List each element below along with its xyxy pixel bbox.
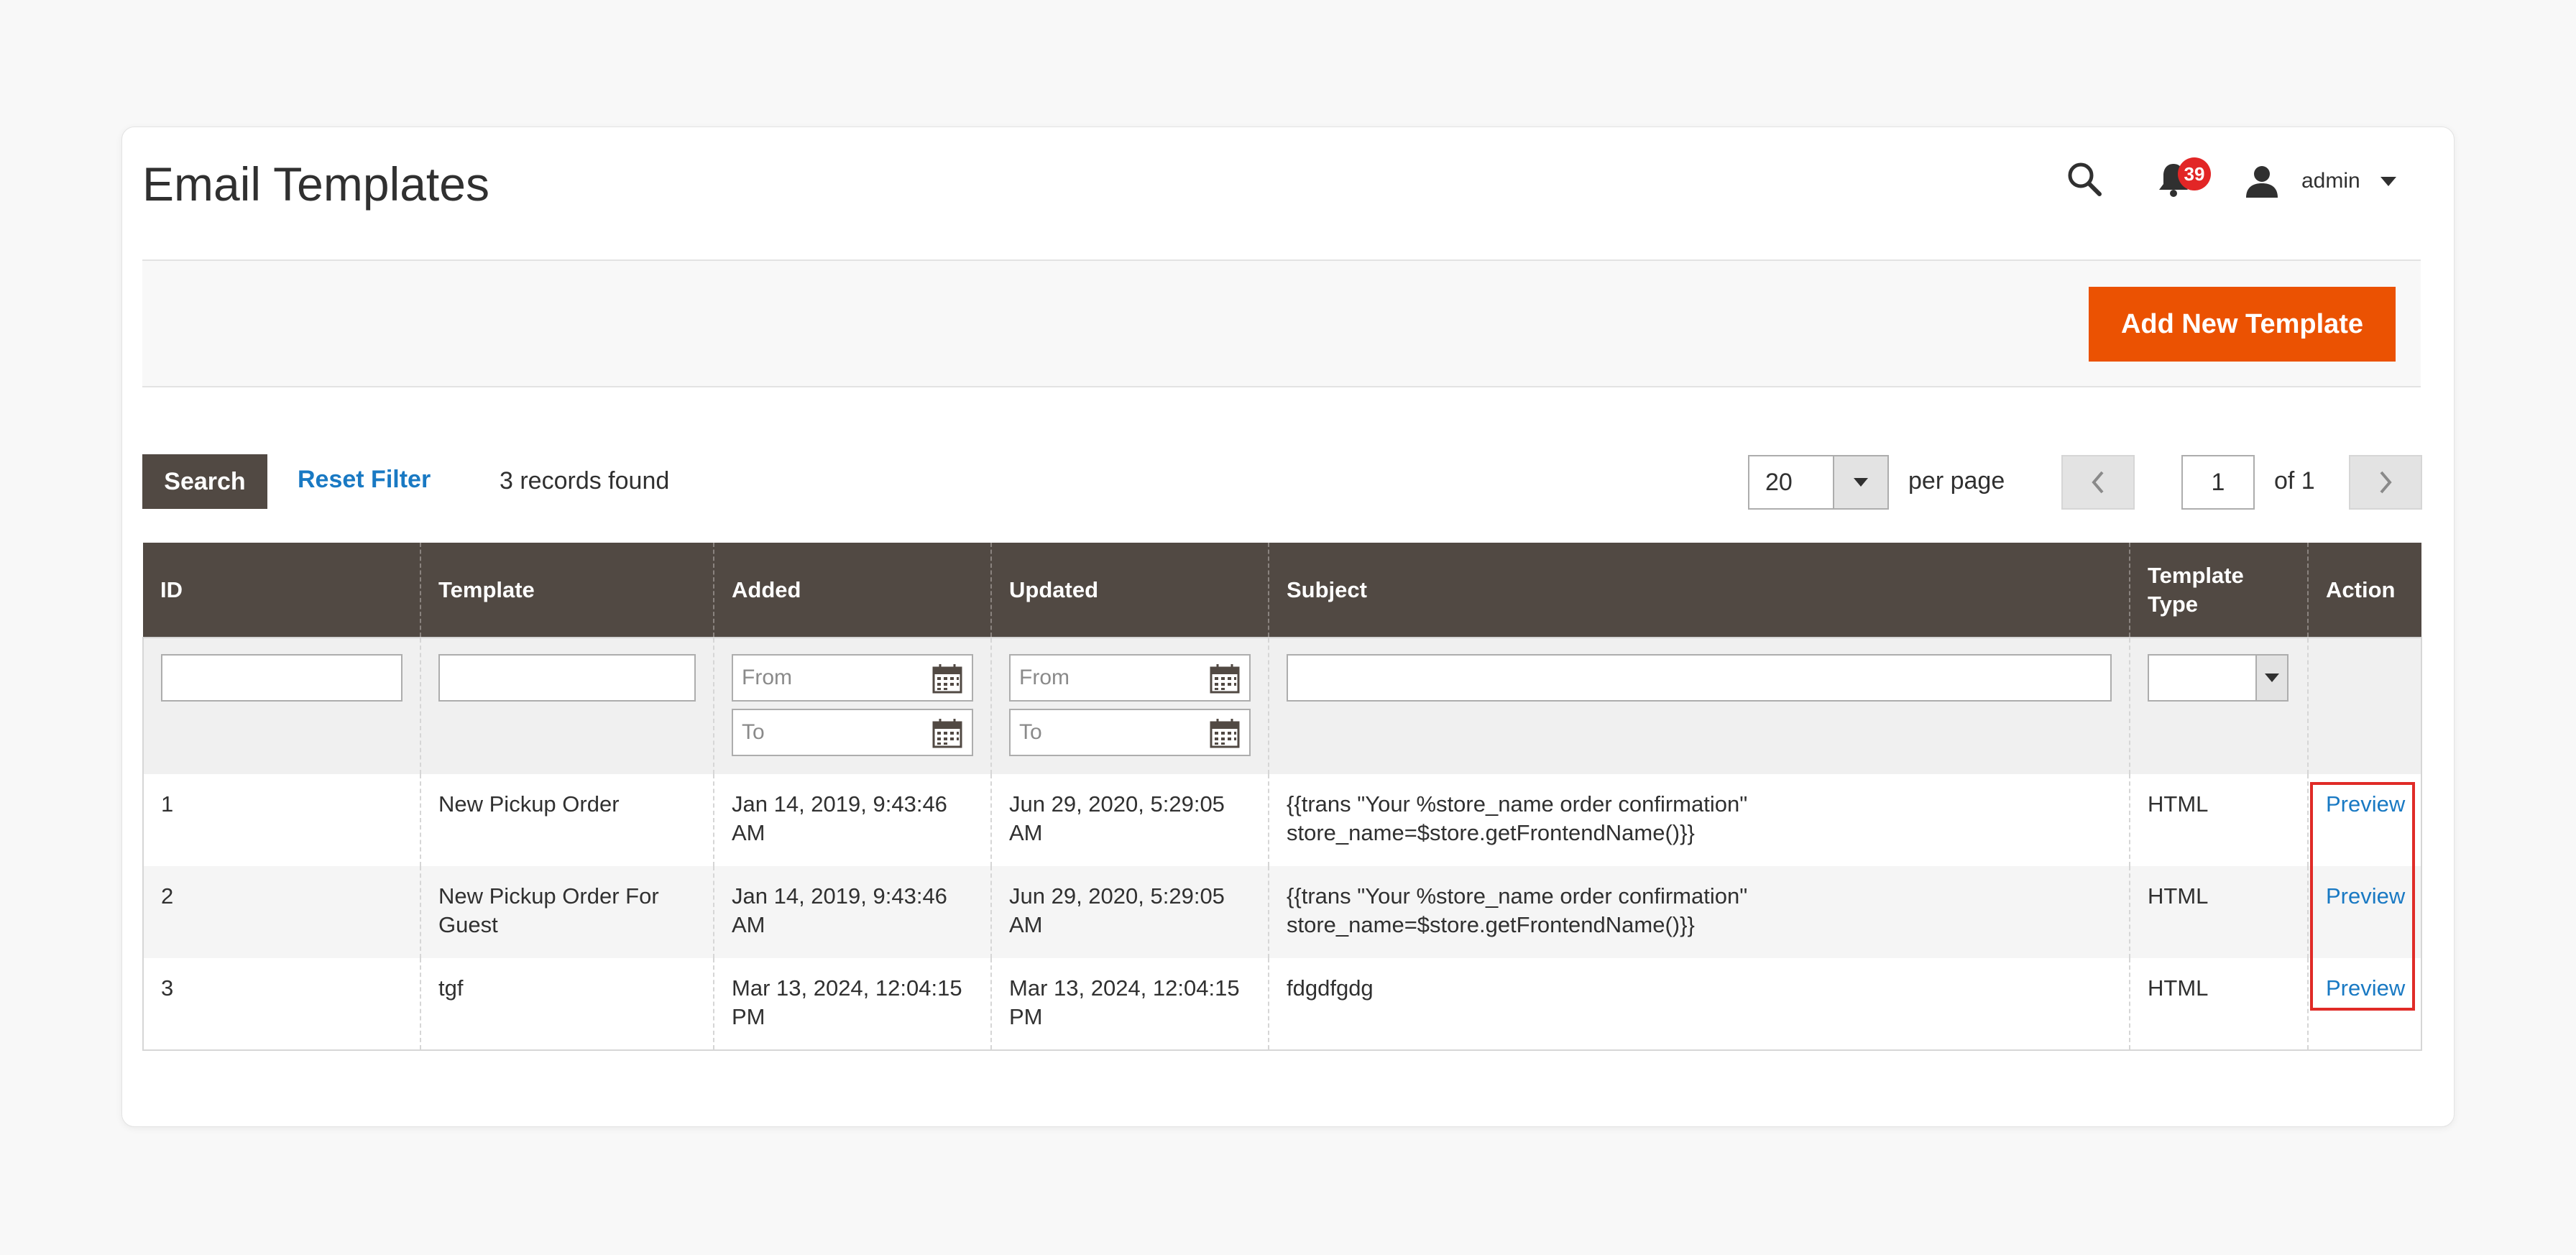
cell-template-type: HTML — [2129, 866, 2308, 958]
calendar-icon[interactable] — [932, 663, 963, 694]
filter-cell-updated — [990, 638, 1269, 774]
page-title: Email Templates — [142, 157, 489, 211]
cell-action: Preview — [2307, 866, 2421, 958]
total-pages: of 1 — [2274, 467, 2315, 495]
id-filter-input[interactable] — [161, 654, 402, 702]
per-page-value: 20 — [1765, 468, 1793, 496]
per-page-select[interactable]: 20 — [1748, 455, 1889, 510]
caret-down-icon[interactable] — [1833, 456, 1887, 508]
next-page-button[interactable] — [2349, 455, 2422, 510]
page-number-input[interactable] — [2181, 455, 2255, 510]
calendar-icon[interactable] — [1209, 717, 1241, 749]
column-header-action: Action — [2307, 543, 2421, 638]
notification-badge[interactable]: 39 — [2178, 157, 2211, 190]
filter-cell-template-type — [2129, 638, 2308, 774]
cell-template: New Pickup Order — [420, 774, 714, 866]
column-header-template-type[interactable]: Template Type — [2129, 543, 2308, 638]
search-icon[interactable] — [2065, 160, 2104, 198]
cell-updated: Mar 13, 2024, 12:04:15 PM — [990, 958, 1269, 1050]
filter-row — [143, 638, 2421, 774]
column-header-subject[interactable]: Subject — [1268, 543, 2130, 638]
cell-template: tgf — [420, 958, 714, 1050]
cell-template-type: HTML — [2129, 774, 2308, 866]
per-page-label: per page — [1908, 467, 2005, 495]
caret-down-icon[interactable] — [2255, 656, 2287, 700]
template-type-filter-select[interactable] — [2148, 654, 2288, 702]
cell-updated: Jun 29, 2020, 5:29:05 AM — [990, 774, 1269, 866]
subject-filter-input[interactable] — [1287, 654, 2112, 702]
cell-updated: Jun 29, 2020, 5:29:05 AM — [990, 866, 1269, 958]
cell-action: Preview — [2307, 958, 2421, 1050]
filter-cell-id — [143, 638, 420, 774]
filter-cell-subject — [1268, 638, 2130, 774]
updated-to-field — [1009, 709, 1251, 756]
cell-id: 1 — [143, 774, 420, 866]
chevron-right-icon — [2380, 471, 2392, 494]
search-button[interactable]: Search — [142, 454, 267, 509]
table-row[interactable]: 3 tgf Mar 13, 2024, 12:04:15 PM Mar 13, … — [143, 958, 2421, 1050]
table-row[interactable]: 1 New Pickup Order Jan 14, 2019, 9:43:46… — [143, 774, 2421, 866]
column-header-template[interactable]: Template — [420, 543, 714, 638]
preview-link[interactable]: Preview — [2326, 791, 2405, 817]
cell-template: New Pickup Order For Guest — [420, 866, 714, 958]
user-icon — [2244, 163, 2280, 199]
chevron-left-icon — [2092, 471, 2104, 494]
filter-cell-action — [2307, 638, 2421, 774]
cell-subject: {{trans "Your %store_name order confirma… — [1268, 866, 2130, 958]
cell-subject: fdgdfgdg — [1268, 958, 2130, 1050]
cell-added: Jan 14, 2019, 9:43:46 AM — [713, 866, 991, 958]
cell-template-type: HTML — [2129, 958, 2308, 1050]
added-to-field — [732, 709, 973, 756]
column-header-id[interactable]: ID — [143, 543, 420, 638]
add-new-template-button[interactable]: Add New Template — [2089, 287, 2396, 362]
page-actions-bar — [142, 259, 2421, 387]
email-templates-grid: ID Template Added Updated Subject Templa… — [142, 543, 2422, 1051]
filter-cell-added — [713, 638, 991, 774]
cell-subject: {{trans "Your %store_name order confirma… — [1268, 774, 2130, 866]
table-row[interactable]: 2 New Pickup Order For Guest Jan 14, 201… — [143, 866, 2421, 958]
user-name: admin — [2301, 169, 2360, 193]
column-header-added[interactable]: Added — [713, 543, 991, 638]
caret-down-icon — [2380, 176, 2396, 186]
calendar-icon[interactable] — [1209, 663, 1241, 694]
cell-id: 3 — [143, 958, 420, 1050]
cell-added: Jan 14, 2019, 9:43:46 AM — [713, 774, 991, 866]
previous-page-button[interactable] — [2061, 455, 2135, 510]
filter-cell-template — [420, 638, 714, 774]
updated-from-field — [1009, 654, 1251, 702]
reset-filter-link[interactable]: Reset Filter — [298, 466, 431, 494]
preview-link[interactable]: Preview — [2326, 883, 2405, 909]
cell-id: 2 — [143, 866, 420, 958]
user-menu[interactable]: admin — [2244, 160, 2396, 203]
template-filter-input[interactable] — [438, 654, 696, 702]
added-from-field — [732, 654, 973, 702]
cell-action: Preview — [2307, 774, 2421, 866]
cell-added: Mar 13, 2024, 12:04:15 PM — [713, 958, 991, 1050]
records-count: 3 records found — [500, 467, 670, 495]
calendar-icon[interactable] — [932, 717, 963, 749]
preview-link[interactable]: Preview — [2326, 975, 2405, 1001]
column-header-updated[interactable]: Updated — [990, 543, 1269, 638]
